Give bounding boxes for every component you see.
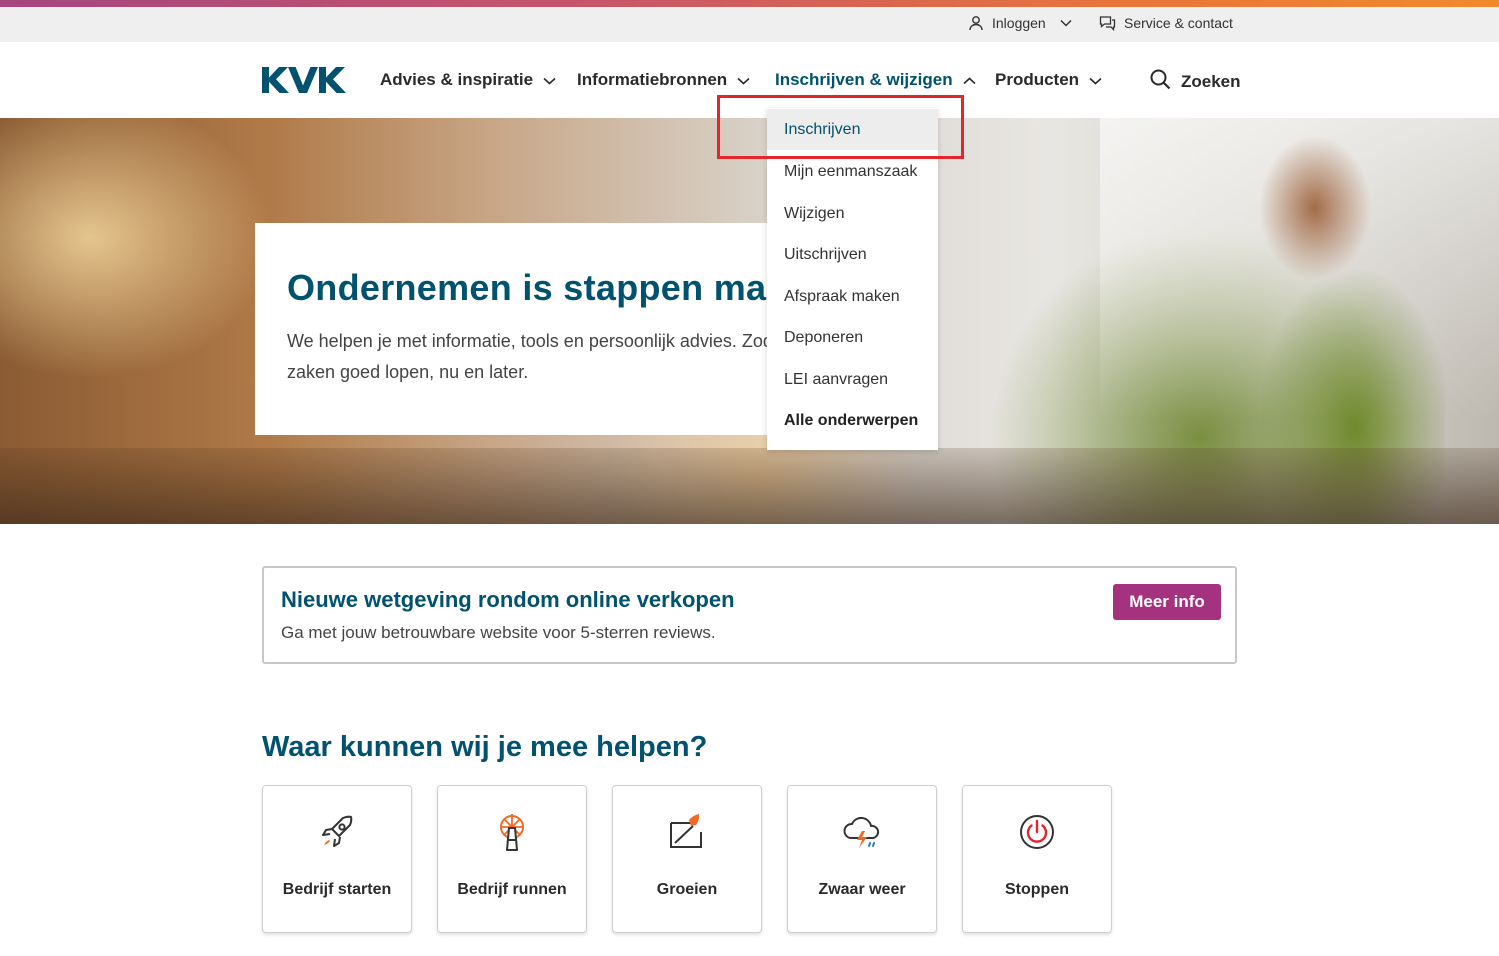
- kvk-logo[interactable]: [262, 66, 354, 99]
- menu-item-deponeren[interactable]: Deponeren: [767, 317, 938, 358]
- inschrijven-dropdown-menu: Inschrijven Mijn eenmanszaak Wijzigen Ui…: [767, 108, 938, 450]
- tile-label: Bedrijf runnen: [457, 881, 567, 898]
- chevron-down-icon: [1060, 19, 1072, 27]
- chevron-down-icon: [543, 70, 556, 90]
- search-icon: [1150, 69, 1171, 95]
- utility-bar: Inloggen Service & contact: [0, 7, 1499, 42]
- search-button[interactable]: Zoeken: [1150, 69, 1241, 95]
- menu-item-lei-aanvragen[interactable]: LEI aanvragen: [767, 359, 938, 400]
- nav-inschrijven-wijzigen[interactable]: Inschrijven & wijzigen: [775, 70, 976, 90]
- lighthouse-icon: [490, 810, 534, 854]
- menu-item-afspraak-maken[interactable]: Afspraak maken: [767, 276, 938, 317]
- nav-label: Producten: [995, 70, 1080, 89]
- growth-chart-icon: [665, 810, 709, 854]
- tile-groeien[interactable]: Groeien: [612, 785, 762, 933]
- service-contact-label: Service & contact: [1124, 15, 1233, 31]
- kvk-logo-mark: [262, 67, 346, 93]
- chat-bubbles-icon: [1099, 15, 1116, 31]
- notice-text: Ga met jouw betrouwbare website voor 5-s…: [281, 623, 716, 642]
- notice-title: Nieuwe wetgeving rondom online verkopen: [281, 587, 735, 612]
- tile-zwaar-weer[interactable]: Zwaar weer: [787, 785, 937, 933]
- menu-item-wijzigen[interactable]: Wijzigen: [767, 193, 938, 234]
- login-menu[interactable]: Inloggen: [968, 15, 1072, 31]
- hero-workbench: [0, 448, 1499, 524]
- tile-bedrijf-starten[interactable]: Bedrijf starten: [262, 785, 412, 933]
- service-contact-link[interactable]: Service & contact: [1099, 15, 1233, 31]
- chevron-up-icon: [963, 70, 976, 90]
- menu-item-alle-onderwerpen[interactable]: Alle onderwerpen: [767, 400, 938, 441]
- nav-label: Advies & inspiratie: [380, 70, 534, 89]
- login-label: Inloggen: [992, 15, 1046, 31]
- hero-text: We helpen je met informatie, tools en pe…: [287, 331, 767, 382]
- chevron-down-icon: [1089, 70, 1102, 90]
- tile-label: Groeien: [656, 881, 718, 898]
- nav-advies-inspiratie[interactable]: Advies & inspiratie: [380, 70, 556, 90]
- hero-title: Ondernemen is stappen maken: [287, 267, 767, 308]
- tile-label: Zwaar weer: [818, 881, 906, 898]
- tile-label: Stoppen: [1005, 881, 1069, 898]
- rocket-icon: [315, 810, 359, 854]
- storm-cloud-icon: [840, 810, 884, 854]
- tile-stoppen[interactable]: Stoppen: [962, 785, 1112, 933]
- menu-item-uitschrijven[interactable]: Uitschrijven: [767, 234, 938, 275]
- nav-informatiebronnen[interactable]: Informatiebronnen: [577, 70, 750, 90]
- tile-bedrijf-runnen[interactable]: Bedrijf runnen: [437, 785, 587, 933]
- chevron-down-icon: [737, 70, 750, 90]
- nav-label: Inschrijven & wijzigen: [775, 70, 953, 89]
- tile-label: Bedrijf starten: [282, 881, 392, 898]
- nav-label: Informatiebronnen: [577, 70, 728, 89]
- brand-accent-bar: [0, 0, 1499, 7]
- notice-banner: Nieuwe wetgeving rondom online verkopen …: [262, 566, 1237, 664]
- meer-info-button[interactable]: Meer info: [1113, 584, 1221, 620]
- power-icon: [1015, 810, 1059, 854]
- search-label: Zoeken: [1181, 72, 1241, 91]
- user-icon: [968, 15, 984, 31]
- help-section-title: Waar kunnen wij je mee helpen?: [262, 731, 708, 763]
- nav-producten[interactable]: Producten: [995, 70, 1102, 90]
- highlight-annotation-box: [717, 95, 964, 159]
- hero-card: Ondernemen is stappen maken We helpen je…: [255, 223, 767, 435]
